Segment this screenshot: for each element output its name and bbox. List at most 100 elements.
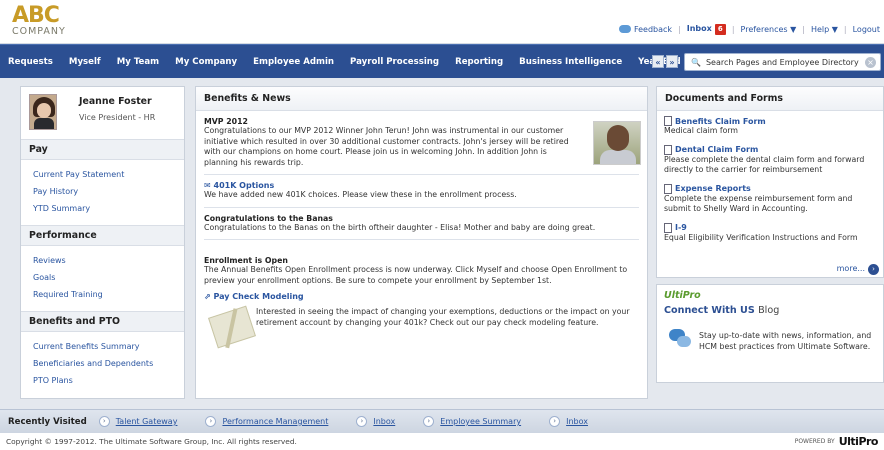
documents-panel-title: Documents and Forms bbox=[657, 87, 883, 111]
divider bbox=[204, 174, 639, 175]
header: ABC COMPANY Feedback | Inbox 6 | Preferen… bbox=[0, 0, 884, 44]
performance-links: Reviews Goals Required Training bbox=[21, 246, 184, 311]
chevron-right-icon: › bbox=[205, 416, 217, 427]
doc-i9-title[interactable]: I-9 bbox=[675, 223, 687, 232]
link-beneficiaries-and-dependents[interactable]: Beneficiaries and Dependents bbox=[33, 359, 153, 368]
nav-next-button[interactable]: » bbox=[666, 55, 678, 68]
link-required-training[interactable]: Required Training bbox=[33, 290, 103, 299]
recent-performance-management[interactable]: Performance Management bbox=[222, 417, 328, 426]
feedback-icon bbox=[618, 25, 631, 33]
news-enrollment-title: Enrollment is Open bbox=[204, 256, 288, 265]
nav-payroll-processing[interactable]: Payroll Processing bbox=[342, 45, 447, 79]
clear-search-icon[interactable]: × bbox=[865, 57, 876, 68]
company-logo[interactable]: ABC COMPANY bbox=[12, 5, 92, 41]
link-pay-history[interactable]: Pay History bbox=[33, 187, 78, 196]
divider bbox=[204, 206, 639, 208]
connect-with-us[interactable]: Connect With US bbox=[664, 305, 755, 316]
top-utility-bar: Feedback | Inbox 6 | Preferences ▼ | Help… bbox=[618, 22, 880, 36]
chevron-right-icon: › bbox=[356, 416, 368, 427]
section-benefits-title: Benefits and PTO bbox=[21, 311, 184, 332]
powered-by: POWERED BY UltiPro bbox=[794, 435, 879, 448]
nav-my-company[interactable]: My Company bbox=[167, 45, 245, 79]
recent-inbox-2[interactable]: Inbox bbox=[566, 417, 588, 426]
news-pay-check-modeling: ⇗ Pay Check Modeling Interested in seein… bbox=[196, 292, 647, 353]
recent-item[interactable]: › Employee Summary bbox=[423, 416, 521, 427]
nav-employee-admin[interactable]: Employee Admin bbox=[245, 45, 342, 79]
mvp-photo bbox=[593, 121, 641, 165]
doc-dental-claim-desc: Please complete the dental claim form an… bbox=[664, 154, 865, 175]
chevron-right-icon[interactable]: › bbox=[868, 264, 879, 275]
document-icon bbox=[664, 183, 672, 194]
recent-item[interactable]: › Talent Gateway bbox=[98, 416, 178, 427]
powered-by-label: POWERED BY bbox=[794, 438, 835, 445]
recently-visited-bar: Recently Visited › Talent Gateway › Perfor… bbox=[0, 409, 884, 433]
check-image bbox=[208, 305, 256, 349]
connect-blog[interactable]: Blog bbox=[758, 305, 779, 316]
doc-i9: I-9 Equal Eligibility Verification Instr… bbox=[657, 222, 883, 244]
link-pto-plans[interactable]: PTO Plans bbox=[33, 376, 73, 385]
news-mvp-text: Congratulations to our MVP 2012 Winner J… bbox=[204, 126, 569, 167]
powered-by-brand: UltiPro bbox=[838, 435, 879, 448]
doc-dental-claim-title[interactable]: Dental Claim Form bbox=[675, 145, 758, 154]
inbox-link[interactable]: Inbox 6 bbox=[687, 23, 726, 35]
link-ytd-summary[interactable]: YTD Summary bbox=[33, 204, 90, 213]
nav-business-intelligence[interactable]: Business Intelligence bbox=[511, 45, 630, 79]
nav-myself[interactable]: Myself bbox=[61, 45, 109, 79]
connect-text: Stay up-to-date with news, information, … bbox=[699, 331, 872, 351]
news-pcm-title[interactable]: Pay Check Modeling bbox=[214, 292, 304, 301]
recent-talent-gateway[interactable]: Talent Gateway bbox=[116, 417, 178, 426]
link-current-benefits-summary[interactable]: Current Benefits Summary bbox=[33, 342, 140, 351]
nav-reporting[interactable]: Reporting bbox=[447, 45, 511, 79]
news-banas: Congratulations to the Banas Congratulat… bbox=[196, 214, 647, 234]
link-goals[interactable]: Goals bbox=[33, 273, 55, 282]
link-reviews[interactable]: Reviews bbox=[33, 256, 66, 265]
logout-link[interactable]: Logout bbox=[853, 25, 880, 34]
doc-expense-reports-title[interactable]: Expense Reports bbox=[675, 184, 751, 193]
document-icon bbox=[664, 144, 672, 155]
news-401k-title[interactable]: 401K Options bbox=[214, 181, 275, 190]
recent-item[interactable]: › Inbox bbox=[549, 416, 588, 427]
document-icon bbox=[664, 116, 672, 126]
profile-panel: Jeanne Foster Vice President - HR Pay Cu… bbox=[20, 86, 185, 399]
footer: Copyright © 1997-2012. The Ultimate Soft… bbox=[0, 433, 884, 450]
news-banas-text: Congratulations to the Banas on the birt… bbox=[204, 222, 596, 232]
doc-i9-desc: Equal Eligibility Verification Instructi… bbox=[664, 232, 858, 242]
profile-name[interactable]: Jeanne Foster bbox=[79, 96, 152, 107]
nav-requests[interactable]: Requests bbox=[0, 45, 61, 79]
copyright-text: Copyright © 1997-2012. The Ultimate Soft… bbox=[6, 437, 297, 446]
recent-inbox[interactable]: Inbox bbox=[373, 417, 395, 426]
connect-title[interactable]: Connect With US Blog bbox=[664, 305, 779, 316]
search-placeholder: Search Pages and Employee Directory bbox=[705, 57, 859, 67]
news-enrollment-text: The Annual Benefits Open Enrollment proc… bbox=[204, 265, 628, 285]
nav-my-team[interactable]: My Team bbox=[109, 45, 167, 79]
preferences-menu[interactable]: Preferences ▼ bbox=[741, 25, 797, 34]
nav-scroll-arrows: « » bbox=[652, 55, 678, 68]
avatar[interactable] bbox=[29, 94, 57, 130]
recent-item[interactable]: › Performance Management bbox=[205, 416, 328, 427]
section-pay-title: Pay bbox=[21, 139, 184, 160]
nav-prev-button[interactable]: « bbox=[652, 55, 664, 68]
news-panel-title: Benefits & News bbox=[196, 87, 647, 111]
news-mvp-title: MVP 2012 bbox=[204, 117, 248, 126]
inbox-label[interactable]: Inbox bbox=[687, 24, 712, 33]
benefits-links: Current Benefits Summary Beneficiaries a… bbox=[21, 332, 184, 397]
profile-card: Jeanne Foster Vice President - HR bbox=[21, 87, 184, 139]
search-icon: 🔍 bbox=[691, 57, 701, 67]
doc-benefits-claim-title[interactable]: Benefits Claim Form bbox=[675, 117, 766, 126]
recent-item[interactable]: › Inbox bbox=[356, 416, 395, 427]
feedback-label[interactable]: Feedback bbox=[634, 25, 672, 34]
news-panel: Benefits & News MVP 2012 Congratulations… bbox=[195, 86, 648, 399]
chevron-right-icon: › bbox=[98, 416, 110, 427]
separator: | bbox=[843, 24, 847, 34]
logo-company: COMPANY bbox=[12, 26, 66, 37]
help-menu[interactable]: Help ▼ bbox=[811, 25, 838, 34]
more-documents-link[interactable]: more... › bbox=[837, 264, 879, 275]
profile-title: Vice President - HR bbox=[79, 113, 156, 122]
recent-employee-summary[interactable]: Employee Summary bbox=[440, 417, 521, 426]
search-input[interactable]: 🔍 Search Pages and Employee Directory × bbox=[684, 53, 881, 71]
link-current-pay-statement[interactable]: Current Pay Statement bbox=[33, 170, 124, 179]
news-enrollment: Enrollment is Open The Annual Benefits O… bbox=[196, 256, 647, 286]
news-banas-title: Congratulations to the Banas bbox=[204, 213, 333, 223]
more-label[interactable]: more... bbox=[837, 264, 865, 273]
feedback-link[interactable]: Feedback bbox=[618, 25, 672, 34]
